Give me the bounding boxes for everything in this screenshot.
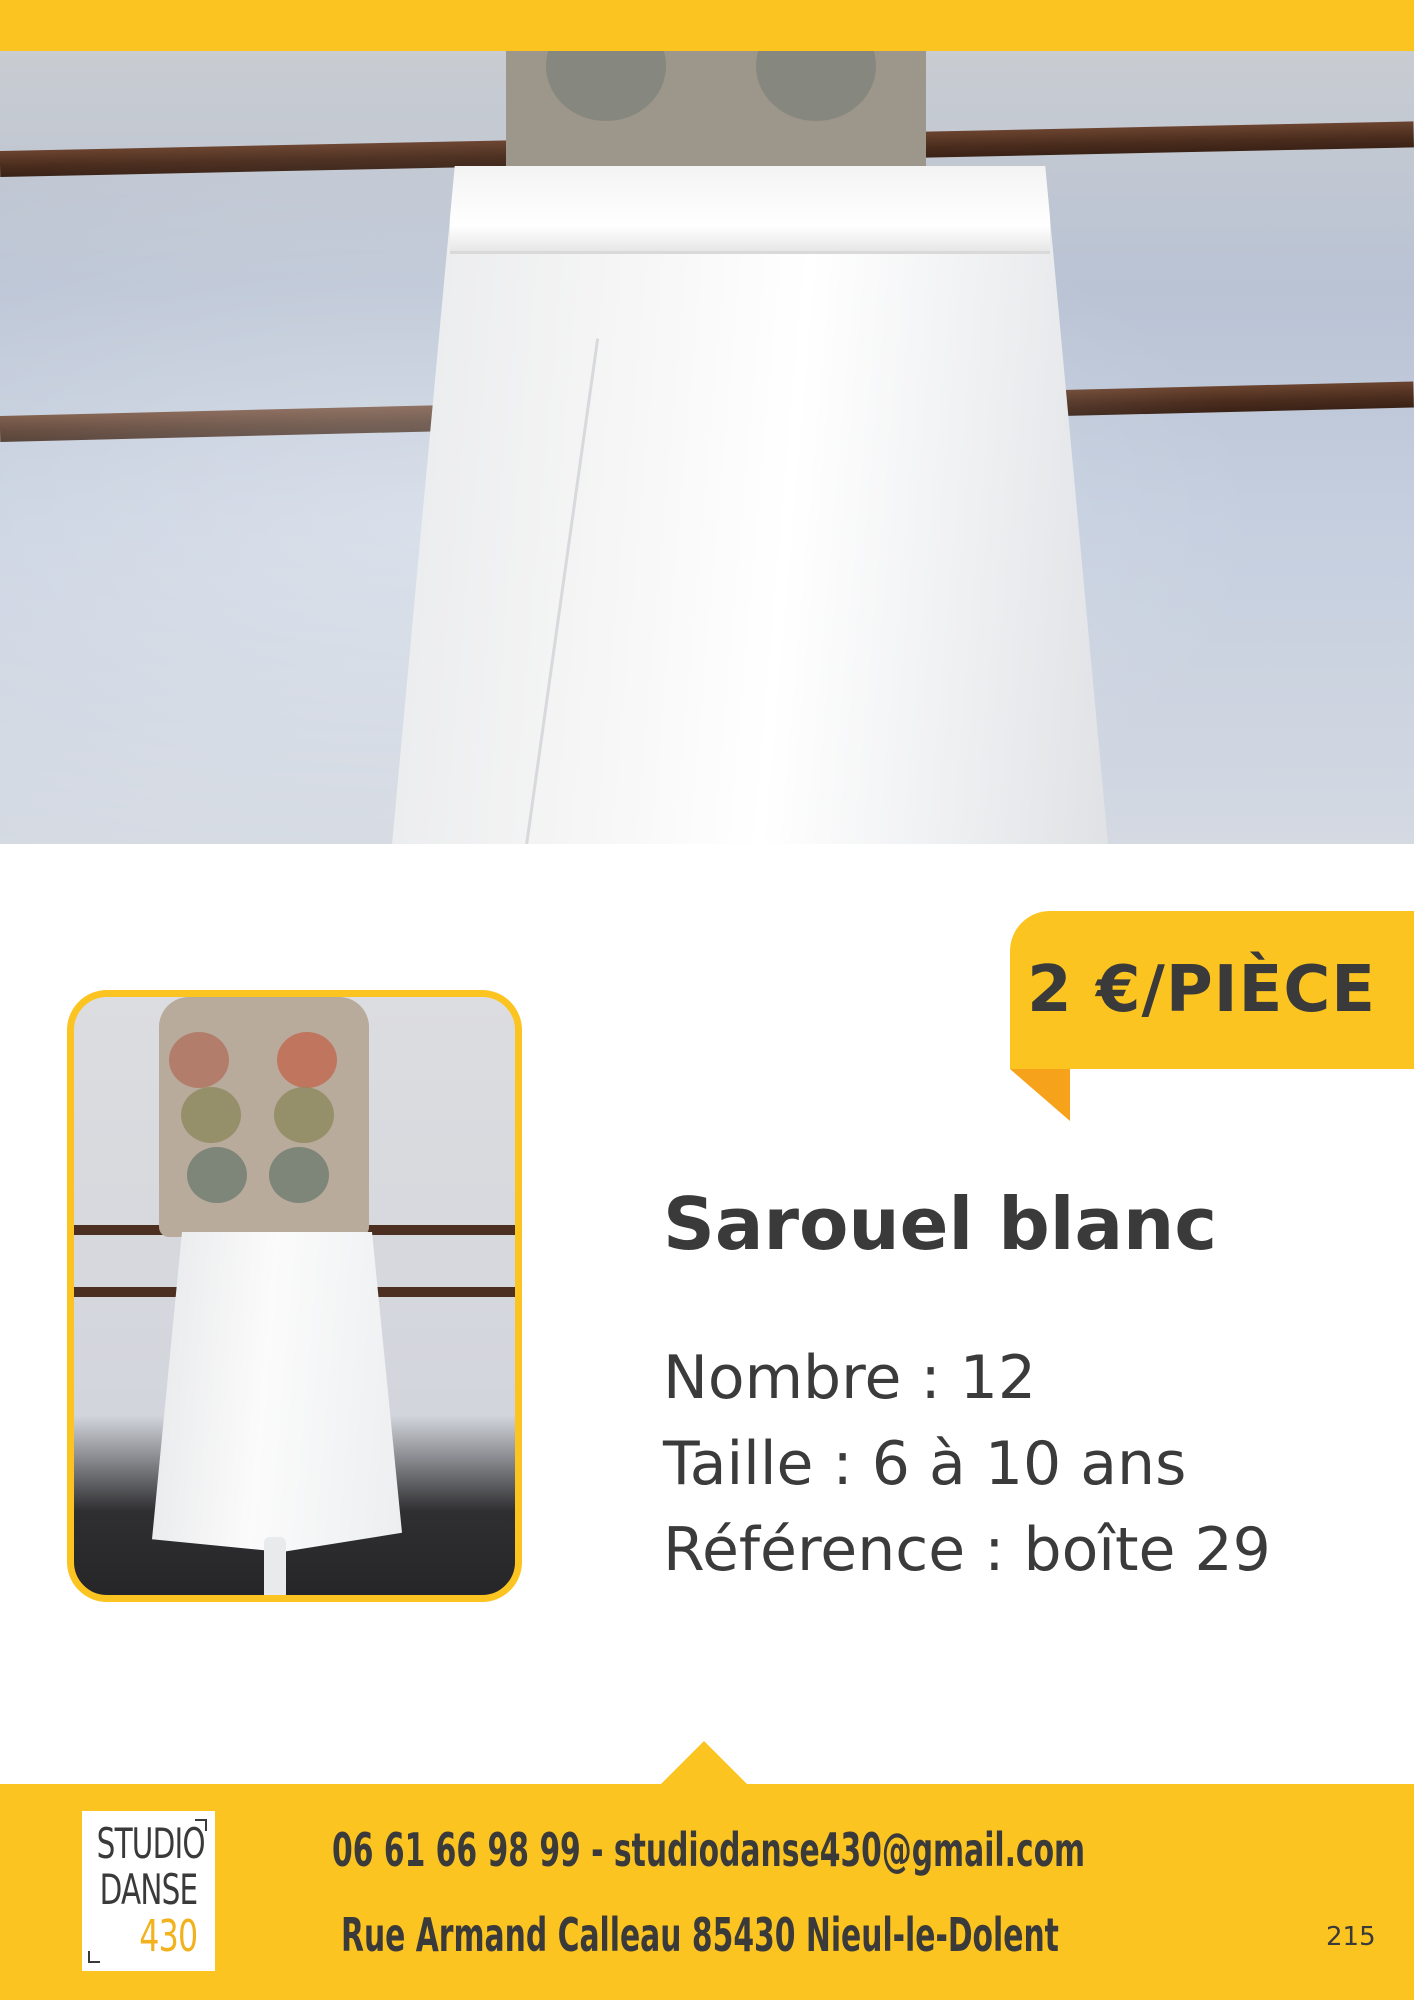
contact-address: Rue Armand Calleau 85430 Nieul-le-Dolent xyxy=(341,1908,1059,1962)
contact-phone-email: 06 61 66 98 99 - studiodanse430@gmail.co… xyxy=(332,1823,1086,1877)
studio-logo: STUDIO DANSE 430 xyxy=(82,1811,215,1971)
price-tag: 2 €/PIÈCE xyxy=(1010,911,1414,1069)
white-harem-pants-thumb xyxy=(152,1232,402,1552)
product-title: Sarouel blanc xyxy=(663,1182,1217,1266)
product-details: Nombre : 12 Taille : 6 à 10 ans Référenc… xyxy=(663,1335,1271,1593)
mannequin-stand xyxy=(264,1537,286,1595)
detail-reference: Référence : boîte 29 xyxy=(663,1515,1271,1585)
white-harem-pants xyxy=(390,166,1110,844)
price-label: 2 €/PIÈCE xyxy=(1027,953,1376,1027)
detail-quantity: Nombre : 12 xyxy=(663,1343,1037,1413)
product-thumbnail xyxy=(67,990,522,1602)
top-accent-bar xyxy=(0,0,1414,51)
page-number: 215 xyxy=(1326,1922,1376,1952)
mannequin-torso-thumb xyxy=(159,997,369,1237)
price-tag-fold xyxy=(1010,1069,1070,1121)
elastic-waistband xyxy=(450,166,1050,254)
footer-notch xyxy=(660,1741,748,1785)
hero-product-photo xyxy=(0,51,1414,844)
detail-size: Taille : 6 à 10 ans xyxy=(663,1429,1187,1499)
